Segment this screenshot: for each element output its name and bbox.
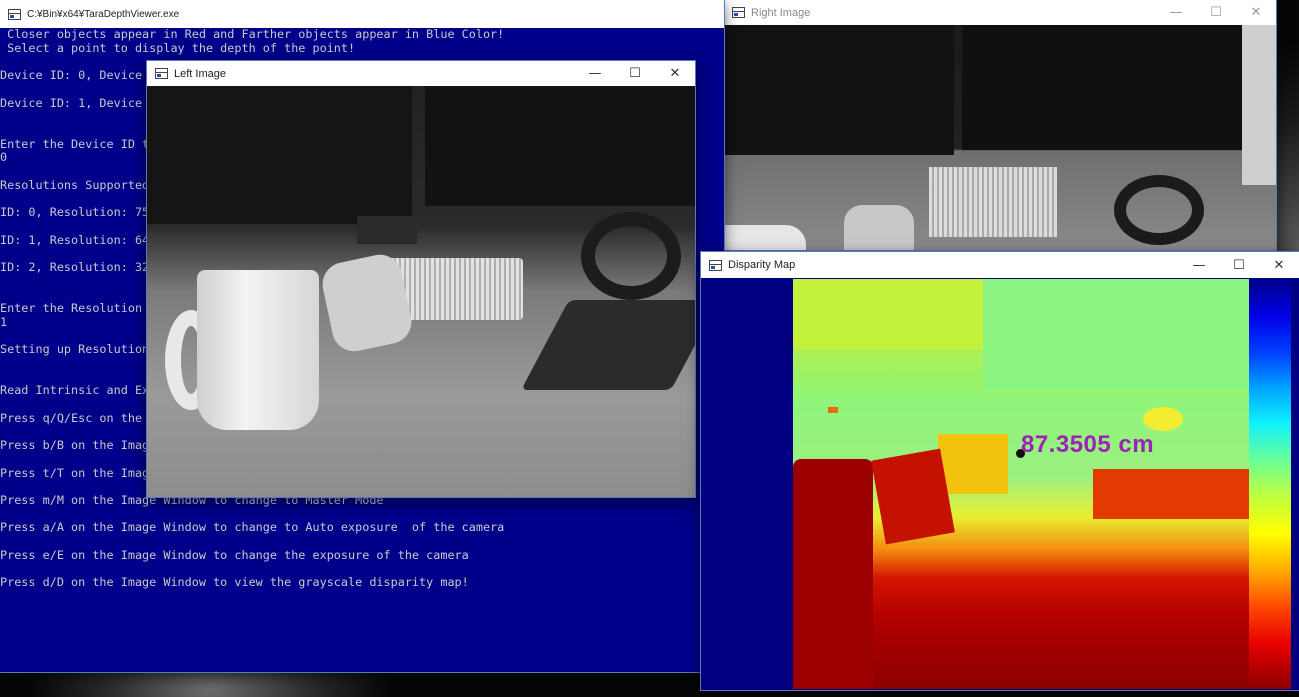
calculator-shape — [521, 300, 695, 390]
mug-shape — [197, 270, 319, 430]
headphones-shape — [1114, 175, 1204, 245]
region-shape — [983, 279, 1249, 389]
monitor-shape — [425, 86, 695, 206]
monitor-stand-shape — [357, 216, 417, 244]
region-shape — [1093, 469, 1249, 519]
left-image-title: Left Image — [174, 67, 226, 80]
window-app-icon — [155, 68, 168, 79]
region-shape — [938, 434, 1008, 494]
minimize-icon[interactable]: — — [1156, 0, 1196, 25]
console-line: Press t/T on the Image — [0, 465, 157, 480]
left-camera-image[interactable] — [147, 86, 695, 497]
maximize-icon[interactable]: ☐ — [1219, 253, 1259, 278]
left-image-titlebar[interactable]: Left Image — ☐ ✕ — [147, 61, 695, 86]
right-camera-image[interactable] — [724, 25, 1276, 250]
console-app-icon — [8, 8, 21, 20]
console-line: Resolutions Supported — [0, 177, 150, 192]
maximize-icon[interactable]: ☐ — [615, 61, 655, 86]
close-icon[interactable]: ✕ — [1236, 0, 1276, 25]
region-shape — [793, 459, 873, 689]
monitor-shape — [962, 25, 1242, 150]
console-line: 0 — [0, 150, 8, 165]
disparity-map-window[interactable]: Disparity Map — ☐ ✕ 87.3505 cm — [701, 252, 1299, 690]
left-image-window[interactable]: Left Image — ☐ ✕ — [147, 61, 695, 497]
maximize-icon[interactable]: ☐ — [1196, 0, 1236, 25]
console-title: C:¥Bin¥x64¥TaraDepthViewer.exe — [27, 8, 180, 20]
headphones-shape — [581, 212, 681, 300]
region-shape — [871, 448, 955, 545]
console-line: Device ID: 0, Device N — [0, 68, 157, 83]
console-line: Device ID: 1, Device N — [0, 95, 157, 110]
timer-shape — [844, 205, 914, 250]
console-line: Press b/B on the Image — [0, 438, 157, 453]
console-line: Press q/Q/Esc on the — [0, 410, 143, 425]
console-line: Setting up Resolution — [0, 342, 150, 357]
disparity-titlebar[interactable]: Disparity Map — ☐ ✕ — [701, 252, 1299, 278]
right-image-window[interactable]: Right Image — ☐ ✕ — [724, 0, 1276, 250]
depth-readout: 87.3505 cm — [1021, 431, 1155, 458]
window-app-icon — [709, 259, 722, 271]
region-shape — [793, 279, 983, 349]
monitor-shape — [724, 25, 954, 155]
close-icon[interactable]: ✕ — [655, 61, 695, 86]
console-line: Select a point to display the depth of t… — [0, 40, 356, 55]
console-line: Read Intrinsic and Ext — [0, 383, 157, 398]
wall-shape — [1242, 25, 1276, 185]
minimize-icon[interactable]: — — [575, 61, 615, 86]
disparity-map-canvas[interactable]: 87.3505 cm — [701, 278, 1299, 690]
console-line: Press d/D on the Image Window to view th… — [0, 575, 469, 590]
disparity-map-image[interactable] — [793, 279, 1249, 689]
console-line: Press a/A on the Image Window to change … — [0, 520, 505, 535]
mug-shape — [724, 225, 806, 250]
disparity-color-scale — [1249, 279, 1291, 689]
console-line: Press e/E on the Image Window to change … — [0, 547, 469, 562]
close-icon[interactable]: ✕ — [1259, 253, 1299, 278]
region-shape — [828, 407, 838, 413]
monitor-shape — [147, 86, 412, 224]
console-line: ID: 2, Resolution: 320 — [0, 259, 157, 274]
window-app-icon — [732, 7, 745, 18]
speaker-shape — [929, 167, 1057, 237]
region-shape — [1143, 407, 1183, 431]
console-line: ID: 0, Resolution: 752 — [0, 205, 157, 220]
console-line: Enter the Resolution — [0, 301, 143, 316]
console-titlebar[interactable]: C:¥Bin¥x64¥TaraDepthViewer.exe — [0, 0, 724, 28]
console-line: ID: 1, Resolution: 640 — [0, 232, 157, 247]
console-line: 1 — [0, 314, 8, 329]
console-line: Closer objects appear in Red and Farther… — [0, 28, 505, 41]
disparity-title: Disparity Map — [728, 259, 796, 271]
minimize-icon[interactable]: — — [1179, 253, 1219, 278]
right-image-title: Right Image — [751, 6, 811, 19]
right-image-titlebar[interactable]: Right Image — ☐ ✕ — [724, 0, 1276, 25]
console-line: Enter the Device ID to — [0, 136, 157, 151]
